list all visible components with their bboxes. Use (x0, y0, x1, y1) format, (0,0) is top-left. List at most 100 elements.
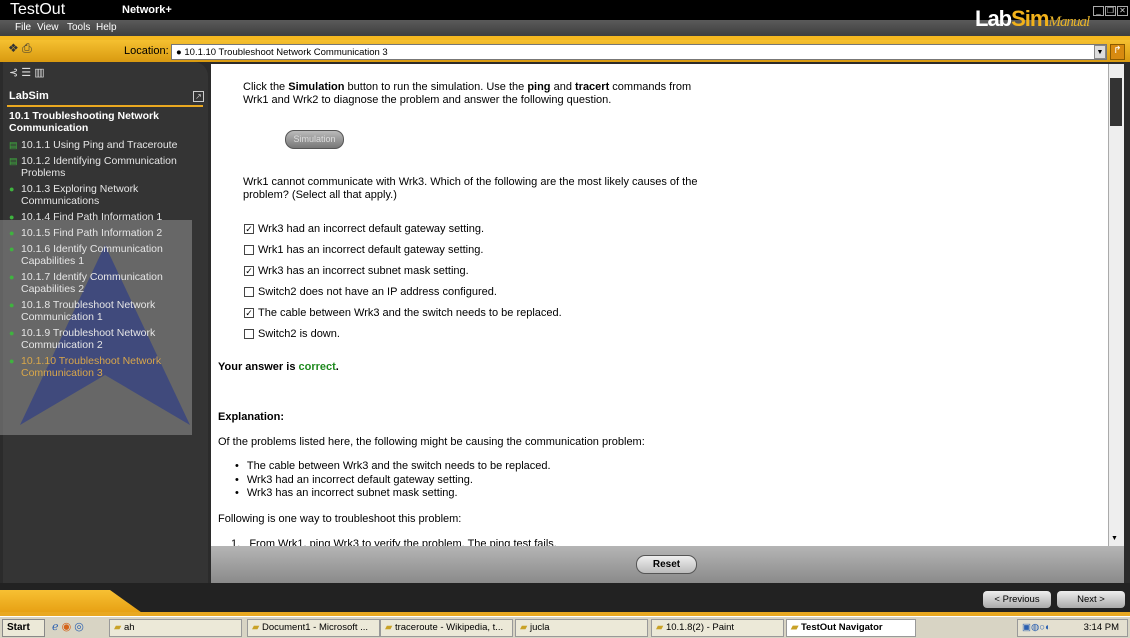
option-label: Wrk3 had an incorrect default gateway se… (258, 223, 485, 235)
option-label: Switch2 does not have an IP address conf… (258, 286, 497, 298)
menu-view[interactable]: View (37, 22, 59, 33)
folder-icon: ▰ (520, 622, 528, 633)
task-label: TestOut Navigator (800, 622, 883, 633)
reset-button[interactable]: Reset (636, 555, 697, 574)
location-label: Location: (124, 45, 169, 57)
browser-icon[interactable]: ◎ (74, 621, 84, 633)
location-value: 10.1.10 Troubleshoot Network Communicati… (184, 47, 388, 58)
option-label: Wrk3 has an incorrect subnet mask settin… (258, 265, 469, 277)
restore-button[interactable]: ❐ (1105, 6, 1116, 16)
checkbox[interactable]: ✓ (244, 224, 254, 234)
scroll-down-icon[interactable]: ▼ (1111, 535, 1118, 542)
firefox-icon[interactable]: ◉ (62, 621, 72, 633)
lab-icon: ▤ (9, 140, 18, 150)
explanation-intro: Of the problems listed here, the followi… (218, 436, 645, 448)
location-dropdown-button[interactable]: ▼ (1094, 45, 1106, 59)
paint-icon: ▰ (656, 622, 664, 633)
answer-option[interactable]: Switch2 is down. (244, 328, 340, 340)
answer-option[interactable]: ✓ The cable between Wrk3 and the switch n… (244, 307, 562, 319)
instructions: Click the Simulation button to run the s… (243, 81, 692, 106)
labsim-logo: LabSimManual (975, 6, 1090, 31)
sidebar-item[interactable]: ● 10.1.6 Identify Communication Capabilit… (9, 243, 204, 267)
list-item: Wrk3 had an incorrect default gateway se… (235, 474, 551, 488)
task-label: Document1 - Microsoft ... (261, 622, 369, 633)
ie-icon[interactable]: ℯ (52, 621, 59, 633)
simulation-icon: ● (9, 228, 15, 238)
taskbar-button[interactable]: ▰ Document1 - Microsoft ... (247, 619, 380, 637)
sidebar-item[interactable]: ▤ 10.1.1 Using Ping and Traceroute (9, 139, 204, 151)
checkbox[interactable] (244, 245, 254, 255)
sidebar-list: ▤ 10.1.1 Using Ping and Traceroute ▤ 10.1.2… (9, 139, 204, 383)
checkbox[interactable] (244, 329, 254, 339)
sidebar-item[interactable]: ● 10.1.9 Troubleshoot Network Communicati… (9, 327, 204, 351)
content-pane: Click the Simulation button to run the s… (211, 64, 1108, 546)
print-icon[interactable]: ⎙ (22, 41, 32, 55)
list-icon[interactable]: ☰ (21, 67, 31, 79)
option-label: Switch2 is down. (258, 328, 340, 340)
menu-file[interactable]: File (15, 22, 31, 33)
book-icon[interactable]: ▥ (34, 67, 44, 79)
minimize-button[interactable]: _ (1093, 6, 1104, 16)
sidebar-item-label: 10.1.3 Exploring Network Communications (21, 183, 139, 207)
simulation-icon: ● (9, 184, 15, 194)
answer-option[interactable]: ✓ Wrk3 has an incorrect subnet mask setti… (244, 265, 469, 277)
sidebar-item[interactable]: ● 10.1.10 Troubleshoot Network Communicat… (9, 355, 204, 379)
location-combobox[interactable]: ● 10.1.10 Troubleshoot Network Communica… (171, 44, 1107, 60)
simulation-icon: ● (9, 300, 15, 310)
sidebar-item[interactable]: ● 10.1.3 Exploring Network Communications (9, 183, 204, 207)
checkbox[interactable] (244, 287, 254, 297)
sidebar-item[interactable]: ● 10.1.4 Find Path Information 1 (9, 211, 204, 223)
simulation-icon: ● (9, 272, 15, 282)
sidebar-item-label: 10.1.1 Using Ping and Traceroute (21, 139, 178, 151)
taskbar-button[interactable]: ▰ jucla (515, 619, 648, 637)
start-button[interactable]: Start (2, 619, 45, 637)
next-button[interactable]: Next > (1057, 591, 1125, 608)
product-name: Network+ (122, 4, 172, 16)
list-item: The cable between Wrk3 and the switch ne… (235, 460, 551, 474)
sidebar-item[interactable]: ● 10.1.7 Identify Communication Capabilit… (9, 271, 204, 295)
explanation-heading: Explanation: (218, 411, 285, 423)
clock: 3:14 PM (1083, 622, 1119, 633)
previous-button[interactable]: < Previous (983, 591, 1051, 608)
undock-icon[interactable]: ↗ (193, 91, 204, 102)
task-label: jucla (529, 622, 550, 633)
question: Wrk1 cannot communicate with Wrk3. Which… (243, 176, 698, 201)
tray-icons[interactable]: ▣◍○◐ (1022, 622, 1051, 633)
task-label: ah (123, 622, 135, 633)
answer-option[interactable]: ✓ Wrk3 had an incorrect default gateway s… (244, 223, 484, 235)
taskbar-button[interactable]: ▰ TestOut Navigator (786, 619, 916, 637)
firefox-icon: ▰ (385, 622, 393, 633)
checkbox[interactable]: ✓ (244, 266, 254, 276)
sidebar-item-label: 10.1.9 Troubleshoot Network Communicatio… (21, 327, 156, 351)
app-name: TestOut (10, 1, 66, 18)
answer-option[interactable]: Switch2 does not have an IP address conf… (244, 286, 497, 298)
toolbar-icons: ❖ ⎙ (8, 41, 32, 56)
go-up-button[interactable]: ↱ (1110, 44, 1125, 60)
section-title: 10.1 Troubleshooting Network Communicati… (9, 110, 159, 134)
vertical-scrollbar[interactable] (1108, 64, 1124, 546)
simulation-icon: ● (9, 356, 15, 366)
menu-tools[interactable]: Tools (67, 22, 90, 33)
menu-help[interactable]: Help (96, 22, 117, 33)
tree-icon[interactable]: ⊰ (9, 67, 18, 79)
result: Your answer is correct. (218, 361, 339, 373)
taskbar-button[interactable]: ▰ ah (109, 619, 242, 637)
list-item: Wrk3 has an incorrect subnet mask settin… (235, 487, 551, 501)
checkbox[interactable]: ✓ (244, 308, 254, 318)
sidebar-item[interactable]: ● 10.1.8 Troubleshoot Network Communicati… (9, 299, 204, 323)
simulation-icon: ● (9, 212, 15, 222)
sidebar-item[interactable]: ● 10.1.5 Find Path Information 2 (9, 227, 204, 239)
scrollbar-thumb[interactable] (1110, 78, 1122, 126)
answer-option[interactable]: Wrk1 has an incorrect default gateway se… (244, 244, 483, 256)
simulation-icon: ● (9, 328, 15, 338)
word-icon: ▰ (252, 622, 260, 633)
taskbar-button[interactable]: ▰ traceroute - Wikipedia, t... (380, 619, 513, 637)
sidebar-item[interactable]: ▤ 10.1.2 Identifying Communication Proble… (9, 155, 204, 179)
close-button[interactable]: ✕ (1117, 6, 1128, 16)
testout-icon: ▰ (791, 622, 799, 633)
simulation-button[interactable]: Simulation (285, 130, 344, 149)
folder-icon: ▰ (114, 622, 122, 633)
taskbar-button[interactable]: ▰ 10.1.8(2) - Paint (651, 619, 784, 637)
bookmark-icon[interactable]: ❖ (8, 41, 19, 55)
sidebar-toolbar: ⊰ ☰ ▥ (9, 66, 45, 79)
